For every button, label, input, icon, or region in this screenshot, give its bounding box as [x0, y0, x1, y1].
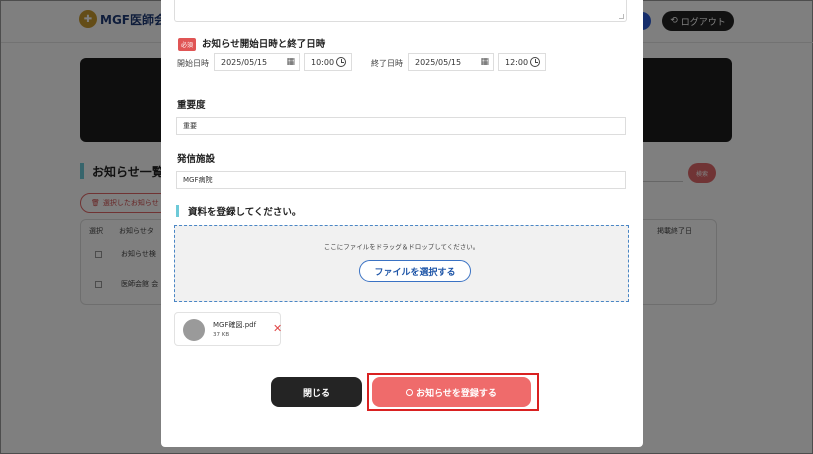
clock-icon[interactable]	[530, 57, 540, 67]
facility-label: 発信施設	[177, 154, 216, 165]
remove-file-icon[interactable]: ✕	[273, 323, 282, 334]
end-date-input[interactable]: 2025/05/15 ▦	[408, 53, 494, 71]
start-date-input[interactable]: 2025/05/15 ▦	[214, 53, 300, 71]
schedule-label: お知らせ開始日時と終了日時	[202, 39, 326, 50]
register-notice-button[interactable]: お知らせを登録する	[372, 377, 531, 407]
file-dropzone[interactable]: ここにファイルをドラッグ＆ドロップしてください。 ファイルを選択する	[174, 225, 629, 302]
register-label: お知らせを登録する	[416, 388, 497, 399]
select-file-button[interactable]: ファイルを選択する	[359, 260, 471, 282]
body-textarea[interactable]	[174, 0, 627, 22]
start-label: 開始日時	[177, 59, 209, 68]
file-thumbnail	[183, 319, 205, 341]
uploaded-file-card: MGF確図.pdf 37 KB ✕	[174, 312, 282, 346]
calendar-icon[interactable]: ▦	[286, 57, 295, 67]
importance-value: 重要	[183, 122, 197, 130]
start-date-value: 2025/05/15	[221, 57, 268, 67]
end-time-input[interactable]: 12:00	[498, 53, 546, 71]
drop-instruction: ここにファイルをドラッグ＆ドロップしてください。	[323, 243, 480, 251]
upload-label: 資料を登録してください。	[188, 207, 302, 218]
resize-handle[interactable]	[619, 14, 624, 19]
end-time-value: 12:00	[505, 57, 529, 67]
facility-select[interactable]: MGF病院	[176, 171, 626, 189]
notice-register-modal: 必須 お知らせ開始日時と終了日時 開始日時 2025/05/15 ▦ 10:00…	[161, 0, 643, 447]
upload-accent-bar	[176, 205, 179, 217]
facility-value: MGF病院	[183, 176, 213, 184]
register-icon	[406, 388, 414, 396]
importance-select[interactable]: 重要	[176, 117, 626, 135]
calendar-icon[interactable]: ▦	[480, 57, 489, 67]
importance-label: 重要度	[177, 100, 206, 111]
start-time-value: 10:00	[311, 57, 335, 67]
required-badge: 必須	[178, 38, 197, 51]
end-label: 終了日時	[371, 59, 403, 68]
file-size: 37 KB	[213, 332, 230, 338]
end-date-value: 2025/05/15	[415, 57, 462, 67]
start-time-input[interactable]: 10:00	[304, 53, 352, 71]
close-button[interactable]: 閉じる	[271, 377, 362, 407]
file-name: MGF確図.pdf	[213, 321, 257, 329]
clock-icon[interactable]	[336, 57, 346, 67]
